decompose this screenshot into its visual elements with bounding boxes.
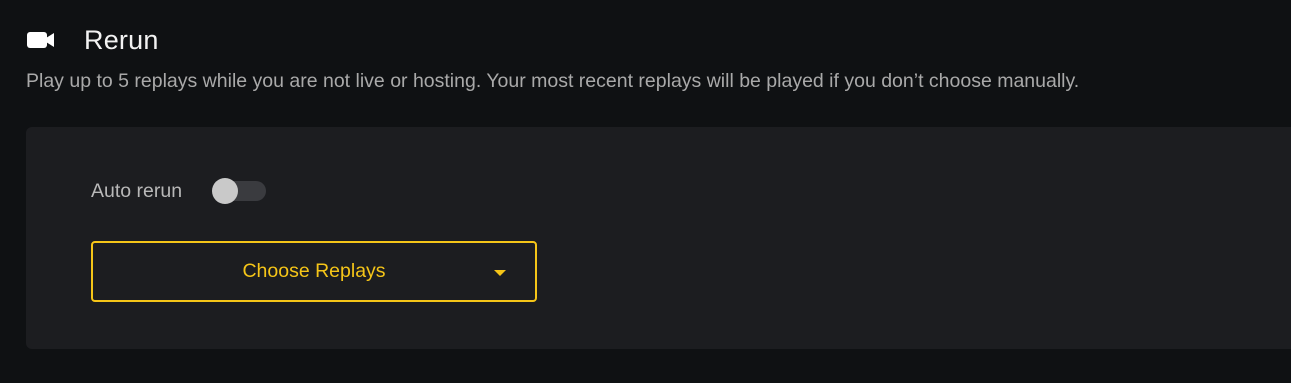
video-camera-icon	[26, 29, 56, 51]
auto-rerun-label: Auto rerun	[91, 179, 183, 202]
auto-rerun-toggle[interactable]	[212, 178, 267, 204]
choose-replays-button[interactable]: Choose Replays	[91, 241, 537, 302]
section-title: Rerun	[84, 24, 159, 55]
choose-replays-label: Choose Replays	[242, 260, 386, 282]
rerun-panel: Auto rerun Choose Replays	[26, 127, 1291, 349]
toggle-knob	[212, 178, 239, 204]
section-header: Rerun	[26, 22, 159, 58]
rerun-settings-page: Rerun Play up to 5 replays while you are…	[0, 0, 1291, 383]
caret-down-icon	[494, 270, 506, 276]
section-description: Play up to 5 replays while you are not l…	[26, 70, 1080, 92]
auto-rerun-row: Auto rerun	[91, 177, 267, 205]
